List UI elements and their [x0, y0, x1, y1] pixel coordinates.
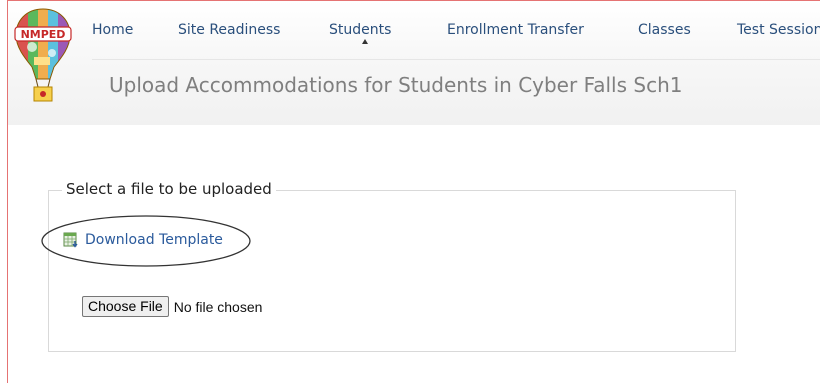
nav-home[interactable]: Home: [92, 22, 133, 38]
download-template-link[interactable]: Download Template: [63, 232, 223, 248]
upload-legend: Select a file to be uploaded: [62, 180, 276, 198]
top-nav: Home Site Readiness Students Enrollment …: [92, 1, 820, 60]
page-title: Upload Accommodations for Students in Cy…: [109, 73, 683, 97]
file-input[interactable]: Choose File No file chosen: [82, 296, 262, 317]
nav-classes[interactable]: Classes: [638, 22, 691, 38]
nav-enrollment-transfer[interactable]: Enrollment Transfer: [447, 22, 584, 38]
choose-file-button[interactable]: Choose File: [82, 296, 169, 317]
upload-fieldset: [48, 190, 736, 352]
caret-up-icon: [362, 39, 368, 44]
svg-text:NMPED: NMPED: [21, 28, 66, 41]
nav-test-sessions[interactable]: Test Sessions: [737, 22, 820, 38]
header: NMPED Home Site Readiness Students Enrol…: [8, 1, 820, 125]
file-status-text: No file chosen: [173, 298, 263, 315]
nav-students[interactable]: Students: [329, 22, 391, 38]
nmped-logo[interactable]: NMPED: [14, 7, 72, 103]
nav-site-readiness[interactable]: Site Readiness: [178, 22, 280, 38]
download-template-label: Download Template: [85, 232, 223, 248]
spreadsheet-download-icon: [63, 232, 78, 248]
